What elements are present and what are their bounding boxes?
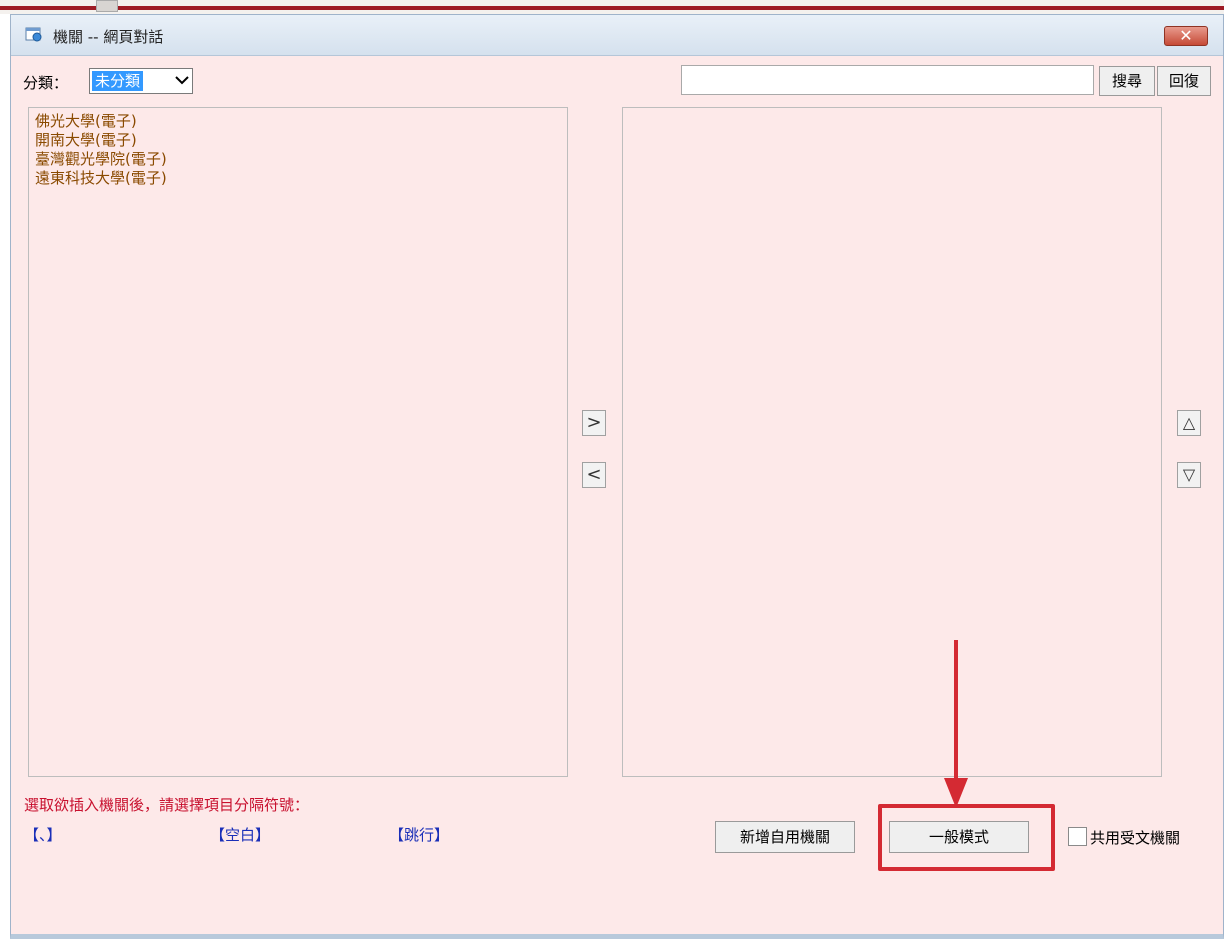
search-input[interactable]	[681, 65, 1094, 95]
category-select[interactable]: 未分類	[89, 68, 193, 94]
list-item[interactable]: 佛光大學(電子)	[35, 112, 561, 131]
separator-hint: 選取欲插入機關後，請選擇項目分隔符號：	[24, 796, 310, 814]
add-custom-agency-button[interactable]: 新增自用機關	[715, 821, 855, 853]
move-right-button[interactable]: >	[582, 410, 606, 436]
category-label: 分類：	[23, 74, 69, 92]
reset-button[interactable]: 回復	[1157, 66, 1211, 96]
shared-agency-checkbox[interactable]	[1068, 827, 1087, 846]
background-window-strip	[0, 0, 1224, 14]
annotation-highlight-box	[878, 804, 1055, 871]
dialog-window: 機關 -- 網頁對話 ✕ 分類： 未分類 搜尋 回復 佛光大學(電子) 開南大學…	[10, 14, 1224, 939]
separator-newline-link[interactable]: 【跳行】	[389, 824, 449, 845]
separator-space-link[interactable]: 【空白】	[210, 824, 270, 845]
separator-comma-link[interactable]: 【、】	[24, 824, 62, 845]
category-selected-value: 未分類	[92, 71, 144, 91]
dialog-title: 機關 -- 網頁對話	[53, 28, 164, 46]
web-page-icon	[25, 27, 42, 42]
close-icon: ✕	[1179, 26, 1193, 45]
list-item[interactable]: 臺灣觀光學院(電子)	[35, 150, 561, 169]
available-agencies-list[interactable]: 佛光大學(電子) 開南大學(電子) 臺灣觀光學院(電子) 遠東科技大學(電子)	[28, 107, 568, 777]
move-up-button[interactable]: △	[1177, 410, 1201, 436]
chevron-down-icon	[175, 76, 189, 85]
shared-agency-label[interactable]: 共用受文機關	[1090, 827, 1180, 848]
search-button[interactable]: 搜尋	[1099, 66, 1155, 96]
list-item[interactable]: 遠東科技大學(電子)	[35, 169, 561, 188]
background-red-line	[0, 6, 1224, 10]
title-bar[interactable]: 機關 -- 網頁對話 ✕	[11, 15, 1223, 56]
list-item[interactable]: 開南大學(電子)	[35, 131, 561, 150]
move-down-button[interactable]: ▽	[1177, 462, 1201, 488]
annotation-arrow-icon	[944, 640, 968, 808]
background-tab	[96, 0, 118, 12]
move-left-button[interactable]: <	[582, 462, 606, 488]
selected-agencies-list[interactable]	[622, 107, 1162, 777]
close-button[interactable]: ✕	[1164, 26, 1208, 46]
